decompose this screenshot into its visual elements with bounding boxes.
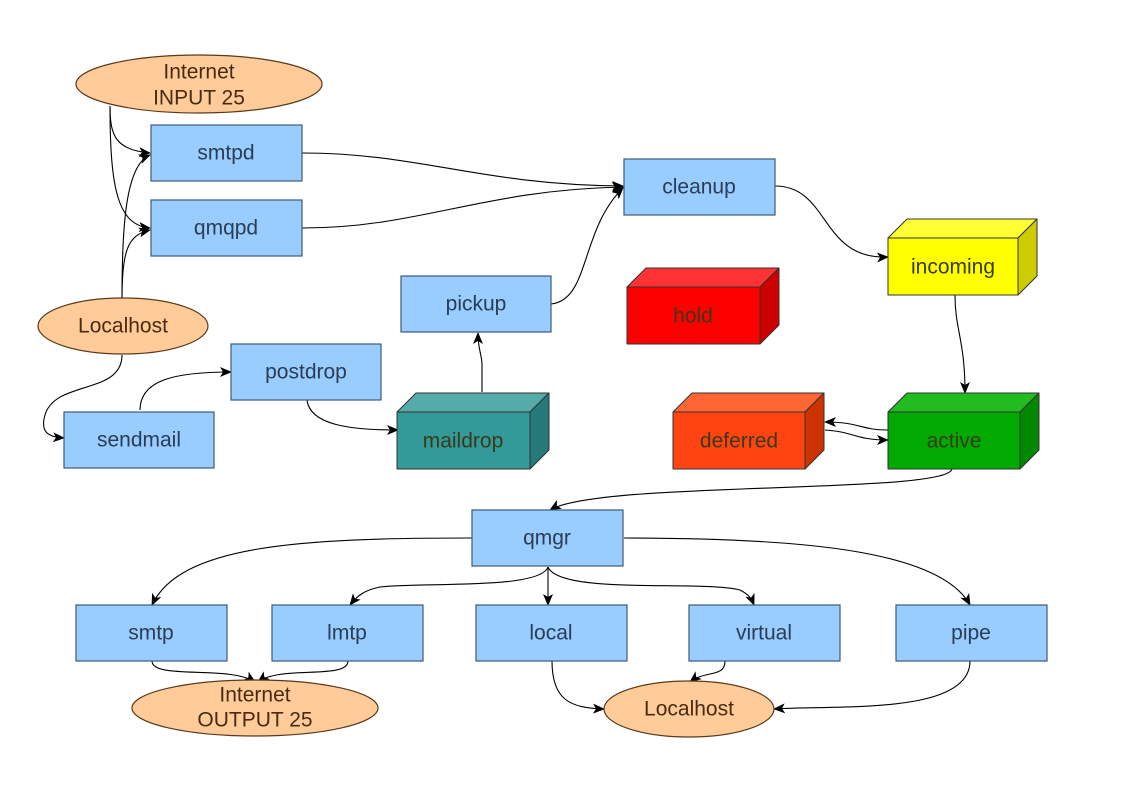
edge-localhost-to-qmqpd (121, 227, 151, 299)
edge-maildrop-to-pickup (473, 332, 484, 392)
edge-virtual-to-localhost (689, 660, 726, 683)
endpoint-label: Internet (163, 61, 234, 84)
edge-smtp-to-internet (151, 660, 256, 683)
edge-active-to-deferred (824, 417, 889, 431)
process-postdrop: postdrop (230, 343, 382, 401)
edge-internet-to-smtpd (109, 105, 151, 158)
process-label: smtp (128, 622, 174, 645)
edge-qmgr-to-smtp (151, 537, 473, 606)
endpoint-label: Localhost (644, 698, 734, 721)
process-smtp: smtp (75, 604, 228, 662)
edge-sendmail-to-postdrop (139, 367, 232, 411)
queue-incoming: incoming (887, 218, 1038, 296)
edge-local-to-localhost (551, 660, 605, 714)
queue-maildrop: maildrop (396, 392, 550, 470)
edge-pickup-to-cleanup (550, 187, 624, 305)
queue-label: incoming (911, 256, 995, 279)
process-label: sendmail (97, 429, 181, 452)
endpoint-label: OUTPUT 25 (197, 709, 312, 732)
process-pickup: pickup (400, 275, 552, 333)
edge-qmgr-to-virtual (547, 566, 755, 606)
process-lmtp: lmtp (271, 604, 424, 662)
endpoint-label: INPUT 25 (153, 87, 245, 110)
edge-postdrop-to-maildrop (306, 399, 399, 435)
edge-smtpd-to-cleanup (301, 152, 624, 191)
process-pipe: pipe (895, 604, 1048, 662)
edge-pipe-to-localhost (773, 660, 971, 714)
process-qmqpd: qmqpd (150, 199, 303, 257)
endpoint-internet-output: Internet OUTPUT 25 (131, 679, 379, 737)
process-label: postdrop (265, 361, 347, 384)
process-label: smtpd (197, 142, 254, 165)
process-label: cleanup (662, 176, 736, 199)
process-local: local (475, 604, 628, 662)
edge-active-to-qmgr (549, 467, 953, 511)
endpoint-internet-input: Internet INPUT 25 (75, 54, 323, 114)
process-qmgr: qmgr (471, 509, 624, 567)
process-sendmail: sendmail (63, 411, 215, 469)
edge-deferred-to-active (824, 429, 889, 445)
endpoint-localhost-out: Localhost (603, 680, 775, 738)
process-label: lmtp (327, 622, 367, 645)
process-label: pickup (446, 293, 507, 316)
queue-label: deferred (700, 430, 778, 453)
process-cleanup: cleanup (623, 158, 776, 216)
queue-label: maildrop (423, 430, 504, 453)
edge-qmgr-to-lmtp (349, 566, 549, 606)
edge-qmqpd-to-cleanup (301, 182, 624, 229)
edge-internet-to-qmqpd (109, 105, 151, 232)
queue-active: active (887, 392, 1040, 470)
endpoint-label: Internet (219, 684, 290, 707)
edge-cleanup-to-incoming (774, 185, 889, 263)
process-virtual: virtual (688, 604, 841, 662)
queue-label: active (927, 430, 982, 453)
process-label: qmqpd (194, 217, 258, 240)
edge-qmgr-to-pipe (623, 537, 971, 606)
postfix-flow-diagram: Internet INPUT 25 Localhost Internet OUT… (37, 54, 1048, 738)
process-label: qmgr (523, 527, 571, 550)
edge-localhost-to-smtpd (121, 154, 151, 299)
queue-label: hold (673, 305, 713, 328)
process-smtpd: smtpd (150, 124, 303, 182)
process-label: virtual (736, 622, 792, 645)
edge-lmtp-to-internet (257, 660, 349, 683)
edge-incoming-to-active (954, 294, 970, 394)
process-label: local (529, 622, 572, 645)
queue-deferred: deferred (672, 392, 825, 470)
endpoint-label: Localhost (78, 315, 168, 338)
process-label: pipe (951, 622, 991, 645)
queue-hold: hold (626, 267, 780, 345)
endpoint-localhost-in: Localhost (37, 297, 209, 355)
